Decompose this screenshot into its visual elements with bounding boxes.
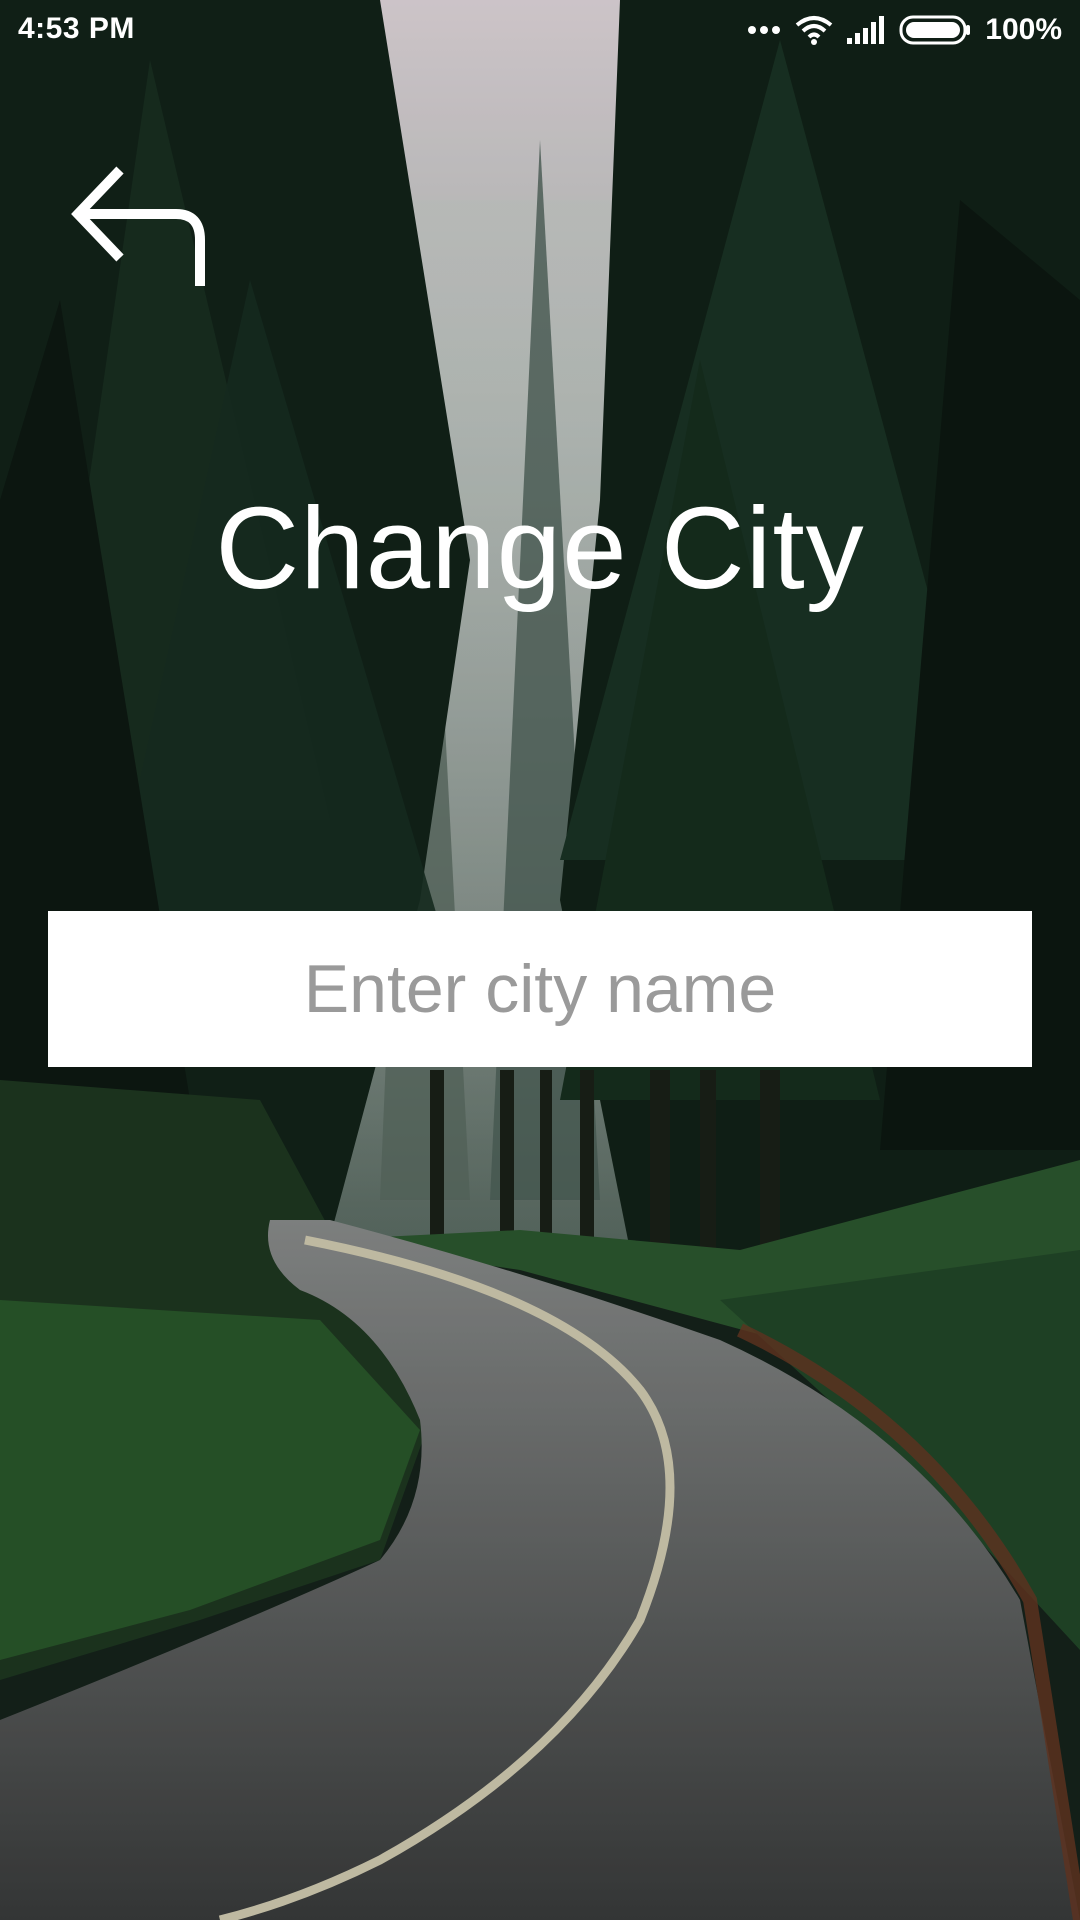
- status-bar: 4:53 PM 100%: [0, 0, 1080, 60]
- more-dots-icon: [747, 24, 781, 36]
- page-title: Change City: [215, 482, 865, 613]
- change-city-screen: 4:53 PM 100% Change City Enter city name: [0, 0, 1080, 1920]
- status-time: 4:53 PM: [18, 12, 135, 45]
- battery-percent: 100%: [985, 13, 1062, 46]
- back-button[interactable]: [66, 160, 216, 300]
- back-arrow-icon: [66, 160, 216, 300]
- status-icons: 100%: [747, 10, 1062, 50]
- city-name-input[interactable]: [48, 911, 1032, 1067]
- wifi-icon: [795, 15, 833, 45]
- battery-icon: [899, 15, 971, 45]
- signal-icon: [847, 16, 885, 44]
